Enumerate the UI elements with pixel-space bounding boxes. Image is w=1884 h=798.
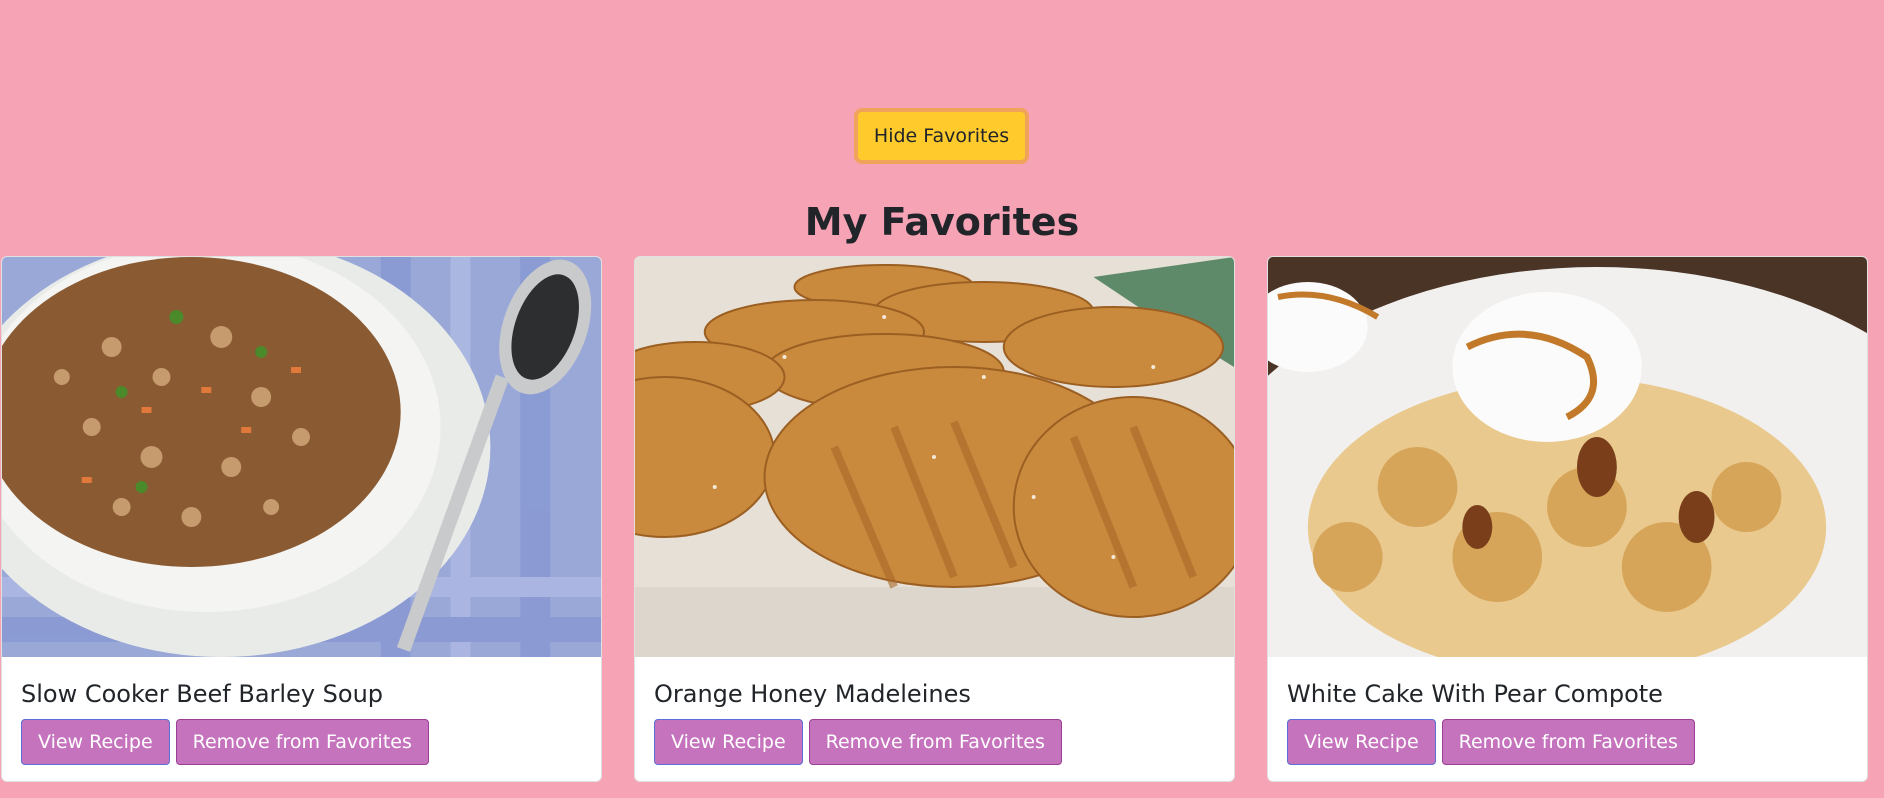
remove-from-favorites-button[interactable]: Remove from Favorites [1441, 719, 1695, 765]
hide-favorites-button[interactable]: Hide Favorites [853, 108, 1030, 164]
card-body: Slow Cooker Beef Barley Soup View Recipe… [2, 657, 601, 765]
pear-cake-image-art [1268, 257, 1867, 657]
recipe-title: Slow Cooker Beef Barley Soup [21, 680, 384, 708]
page-title: My Favorites [804, 200, 1080, 244]
remove-from-favorites-button[interactable]: Remove from Favorites [808, 719, 1062, 765]
toggle-container: Hide Favorites [0, 108, 1884, 164]
view-recipe-button[interactable]: View Recipe [654, 719, 803, 765]
remove-from-favorites-button[interactable]: Remove from Favorites [175, 719, 429, 765]
recipe-card: White Cake With Pear Compote View Recipe… [1267, 256, 1868, 782]
card-body: White Cake With Pear Compote View Recipe… [1268, 657, 1867, 765]
card-body: Orange Honey Madeleines View Recipe Remo… [635, 657, 1234, 765]
recipe-card: Orange Honey Madeleines View Recipe Remo… [634, 256, 1235, 782]
favorites-page: Hide Favorites My Favorites Slow Cooker … [0, 0, 1884, 798]
pear-cake-image [1268, 257, 1867, 657]
madeleines-image [635, 257, 1234, 657]
favorites-list: Slow Cooker Beef Barley Soup View Recipe… [1, 256, 1868, 782]
card-actions: View Recipe Remove from Favorites [21, 719, 582, 765]
view-recipe-button[interactable]: View Recipe [21, 719, 170, 765]
madeleines-image-art [635, 257, 1234, 657]
view-recipe-button[interactable]: View Recipe [1287, 719, 1436, 765]
recipe-card: Slow Cooker Beef Barley Soup View Recipe… [1, 256, 602, 782]
card-actions: View Recipe Remove from Favorites [1287, 719, 1848, 765]
soup-bowl-image [2, 257, 601, 657]
recipe-title: White Cake With Pear Compote [1287, 680, 1663, 708]
recipe-title: Orange Honey Madeleines [654, 680, 971, 708]
soup-bowl-image-art [2, 257, 601, 657]
card-actions: View Recipe Remove from Favorites [654, 719, 1215, 765]
